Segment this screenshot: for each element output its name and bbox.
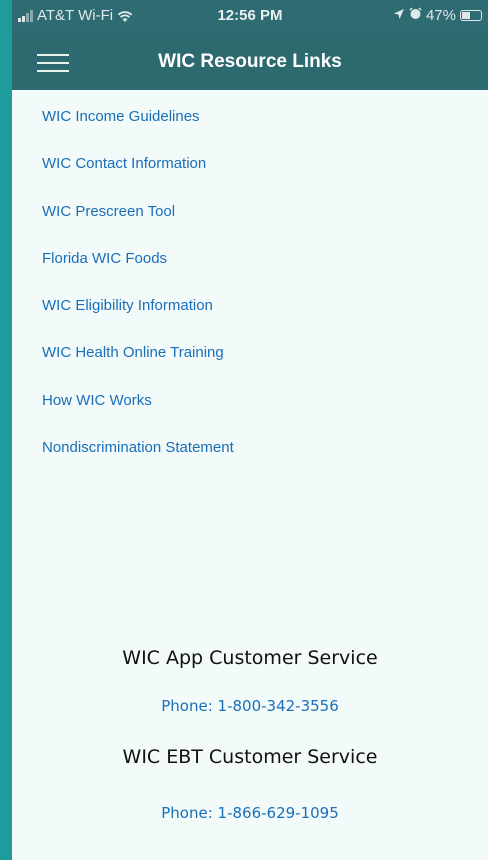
- link-how-wic-works[interactable]: How WIC Works: [42, 392, 234, 439]
- link-wic-eligibility-information[interactable]: WIC Eligibility Information: [42, 297, 234, 344]
- status-right: 47%: [393, 7, 482, 24]
- ebt-customer-service-title: WIC EBT Customer Service: [122, 746, 378, 768]
- battery-icon: [460, 10, 482, 21]
- status-bar: AT&T Wi-Fi 12:56 PM 47%: [12, 0, 488, 34]
- device-frame: AT&T Wi-Fi 12:56 PM 47% WIC Resource Lin…: [0, 0, 488, 860]
- battery-level-fill: [462, 12, 470, 19]
- alarm-icon: [409, 7, 422, 24]
- link-wic-prescreen-tool[interactable]: WIC Prescreen Tool: [42, 203, 234, 250]
- nav-bar: WIC Resource Links: [12, 34, 488, 90]
- link-wic-health-online-training[interactable]: WIC Health Online Training: [42, 344, 234, 391]
- link-wic-contact-information[interactable]: WIC Contact Information: [42, 155, 234, 202]
- ebt-customer-service-phone[interactable]: Phone: 1-866-629-1095: [12, 804, 488, 822]
- link-nondiscrimination-statement[interactable]: Nondiscrimination Statement: [42, 439, 234, 486]
- page-title: WIC Resource Links: [158, 51, 342, 72]
- app-screen: AT&T Wi-Fi 12:56 PM 47% WIC Resource Lin…: [12, 0, 488, 860]
- link-wic-income-guidelines[interactable]: WIC Income Guidelines: [42, 108, 234, 155]
- battery-percent: 47%: [425, 7, 456, 24]
- location-arrow-icon: [393, 7, 405, 24]
- link-florida-wic-foods[interactable]: Florida WIC Foods: [42, 250, 234, 297]
- app-customer-service-phone[interactable]: Phone: 1-800-342-3556: [12, 697, 488, 715]
- resource-links-list: WIC Income Guidelines WIC Contact Inform…: [42, 108, 234, 486]
- app-customer-service-title: WIC App Customer Service: [122, 647, 378, 669]
